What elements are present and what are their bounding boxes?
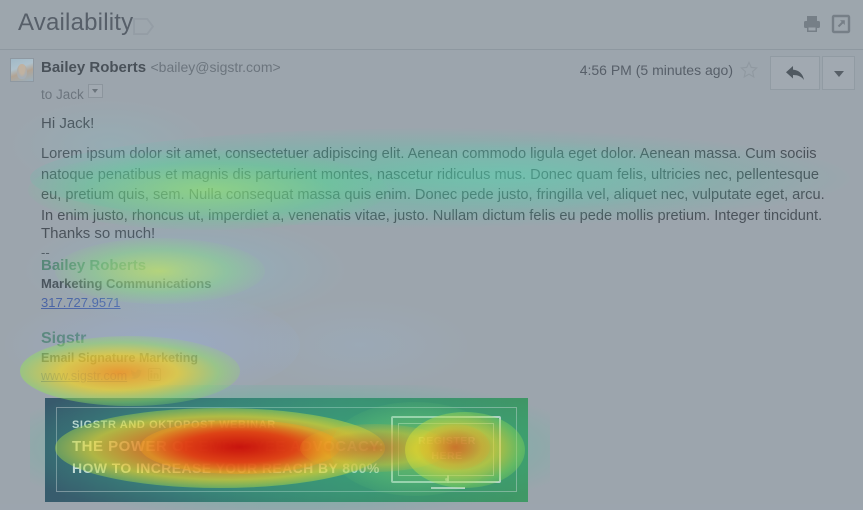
greeting-text: Hi Jack! [41,115,95,132]
message-timestamp: 4:56 PM (5 minutes ago) [579,62,733,78]
sender-email: <bailey@sigstr.com> [150,59,281,75]
recipient-line[interactable]: to Jack [41,84,103,102]
signature-phone-link[interactable]: 317.727.9571 [41,295,121,310]
title-bar: Availability [0,0,863,50]
register-cta-line2: HERE [431,450,463,462]
signature-website-link[interactable]: www.sigstr.com [41,369,127,383]
more-options-button[interactable] [822,56,855,90]
recipient-label: to Jack [41,87,84,102]
message-header: Bailey Roberts <bailey@sigstr.com> to Ja… [0,50,863,108]
register-cta[interactable]: REGISTER HERE [411,434,483,464]
sender-name: Bailey Roberts [41,59,147,76]
closing-text: Thanks so much! [41,225,156,242]
promo-banner[interactable]: SIGSTR AND OKTOPOST WEBINAR THE POWER OF… [45,398,528,502]
banner-subheadline: HOW TO INCREASE YOUR REACH BY 800% [72,460,380,476]
body-paragraph: Lorem ipsum dolor sit amet, consectetuer… [41,146,825,224]
linkedin-icon[interactable] [148,368,161,381]
signature-tagline: Email Signature Marketing [41,351,198,365]
open-in-new-window-icon[interactable] [831,14,851,34]
signature-role: Marketing Communications [41,276,212,291]
chevron-down-icon[interactable] [87,84,103,98]
register-cta-line1: REGISTER [418,435,476,447]
star-icon[interactable] [740,61,758,79]
monitor-stand [431,475,465,489]
message-body: Hi Jack! Lorem ipsum dolor sit amet, con… [0,108,863,504]
reply-arrow-icon [786,66,804,80]
banner-headline: THE POWER OF EMPLOYEE ADVOCACY: [72,438,385,455]
avatar [10,58,34,82]
signature-company: Sigstr [41,330,87,347]
sender-line: Bailey Roberts <bailey@sigstr.com> [41,59,281,77]
twitter-icon[interactable] [130,368,143,381]
label-tag-icon [133,18,154,35]
banner-eyebrow: SIGSTR AND OKTOPOST WEBINAR [72,419,276,431]
page-title: Availability [18,9,134,36]
email-viewer: Availability Bailey Roberts <bailey@sigs… [0,0,863,510]
print-icon[interactable] [802,14,822,34]
signature-name: Bailey Roberts [41,257,147,274]
reply-button[interactable] [770,56,820,90]
